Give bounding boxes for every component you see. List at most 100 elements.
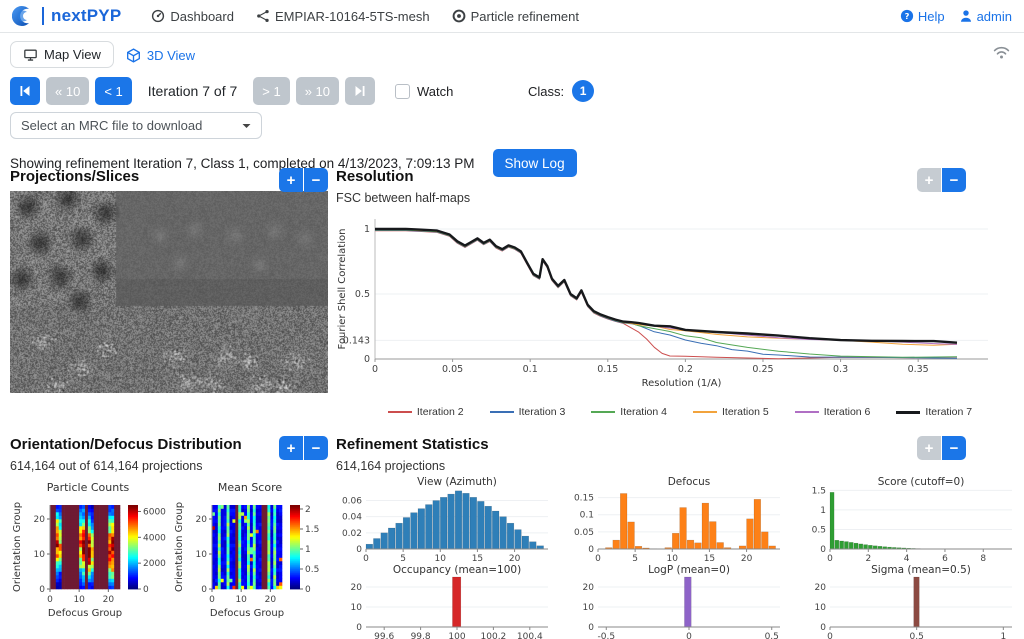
orientation-zoom-out-button[interactable]: − (304, 436, 328, 460)
svg-text:0: 0 (209, 595, 215, 605)
legend-label: Iteration 6 (824, 406, 871, 418)
svg-text:0.1: 0.1 (580, 511, 594, 521)
resolution-panel: Resolution + − FSC between half-maps 10.… (336, 168, 1024, 418)
projections-zoom-out-button[interactable]: − (304, 168, 328, 192)
svg-text:10: 10 (815, 603, 827, 613)
dashboard-gauge-icon (151, 9, 165, 23)
svg-text:20: 20 (815, 583, 827, 593)
monitor-icon (23, 48, 38, 62)
legend-swatch (693, 411, 717, 413)
tab-3d-view[interactable]: 3D View (114, 43, 207, 68)
resolution-zoom-out-button[interactable]: − (942, 168, 966, 192)
nav-block[interactable]: Particle refinement (452, 9, 579, 24)
legend-swatch (896, 411, 920, 414)
svg-text:100.2: 100.2 (481, 632, 507, 639)
svg-text:0: 0 (364, 354, 370, 365)
nextpyp-wave-icon (12, 5, 34, 27)
svg-text:5: 5 (632, 554, 638, 563)
svg-text:20: 20 (509, 554, 521, 563)
svg-text:20: 20 (351, 583, 363, 593)
svg-text:Defocus Group: Defocus Group (210, 608, 284, 619)
legend-item: Iteration 6 (795, 406, 871, 418)
occupancy-histogram: Occupancy (mean=100)0102099.699.8100100.… (336, 565, 560, 639)
sigma-histogram: Sigma (mean=0.5)0102000.51 (800, 565, 1024, 639)
orientation-panel: Orientation/Defocus Distribution + − 614… (10, 436, 328, 629)
cube-icon (126, 48, 141, 63)
help-icon: ? (900, 9, 914, 23)
svg-text:1: 1 (1000, 632, 1006, 639)
view-azimuth-histogram: View (Azimuth)00.020.040.0605101520 (336, 475, 560, 563)
svg-text:10: 10 (73, 595, 85, 605)
svg-text:0.15: 0.15 (597, 364, 618, 375)
svg-text:0.5: 0.5 (812, 525, 826, 535)
svg-text:20: 20 (741, 554, 753, 563)
nav-project[interactable]: EMPIAR-10164-5TS-mesh (256, 9, 430, 24)
svg-text:0.04: 0.04 (342, 513, 362, 523)
watch-checkbox[interactable] (395, 84, 410, 99)
help-link[interactable]: ? Help (900, 9, 945, 24)
nav-dashboard[interactable]: Dashboard (151, 9, 234, 24)
nav-block-label: Particle refinement (471, 9, 579, 24)
nextpyp-logo[interactable]: nextPYP (12, 5, 121, 27)
svg-text:Defocus Group: Defocus Group (48, 608, 122, 619)
svg-text:0.15: 0.15 (574, 494, 594, 504)
svg-text:4: 4 (904, 554, 910, 563)
user-menu[interactable]: admin (959, 9, 1012, 24)
svg-text:2000: 2000 (143, 559, 166, 569)
svg-text:0: 0 (39, 585, 45, 595)
legend-swatch (591, 411, 615, 413)
iteration-controls: « 10 < 1 Iteration 7 of 7 > 1 » 10 Watch… (0, 68, 1024, 109)
svg-text:10: 10 (196, 550, 208, 560)
orientation-zoom-in-button[interactable]: + (279, 436, 303, 460)
svg-text:Occupancy (mean=100): Occupancy (mean=100) (393, 565, 521, 576)
svg-text:0.5: 0.5 (355, 289, 370, 300)
score-histogram: Score (cutoff=0)00.511.502468 (800, 475, 1024, 563)
svg-text:1: 1 (305, 545, 311, 555)
user-icon (959, 9, 973, 23)
statistics-zoom-out-button[interactable]: − (942, 436, 966, 460)
svg-text:10: 10 (235, 595, 247, 605)
svg-text:8: 8 (980, 554, 986, 563)
streaming-status-wifi-icon[interactable] (993, 45, 1010, 60)
back-10-button[interactable]: « 10 (46, 77, 89, 105)
class-1-badge[interactable]: 1 (572, 80, 594, 102)
statistics-zoom-in-button[interactable]: + (917, 436, 941, 460)
resolution-subtitle: FSC between half-maps (336, 191, 1024, 205)
legend-item: Iteration 2 (388, 406, 464, 418)
statistics-title: Refinement Statistics (336, 436, 489, 453)
first-iteration-button[interactable] (10, 77, 40, 105)
watch-label: Watch (417, 84, 453, 99)
svg-text:0: 0 (595, 554, 601, 563)
svg-text:0.2: 0.2 (678, 364, 693, 375)
resolution-zoom-in-button[interactable]: + (917, 168, 941, 192)
svg-text:Sigma (mean=0.5): Sigma (mean=0.5) (871, 565, 971, 576)
svg-text:20: 20 (265, 595, 277, 605)
svg-text:Defocus: Defocus (668, 476, 711, 488)
chevron-down-icon (242, 123, 251, 129)
legend-item: Iteration 4 (591, 406, 667, 418)
projections-zoom-in-button[interactable]: + (279, 168, 303, 192)
svg-text:10: 10 (34, 550, 46, 560)
svg-text:5: 5 (400, 554, 406, 563)
svg-text:Score (cutoff=0): Score (cutoff=0) (878, 476, 965, 488)
tab-map-view[interactable]: Map View (10, 41, 114, 68)
svg-text:10: 10 (435, 554, 447, 563)
svg-text:0.02: 0.02 (342, 529, 362, 539)
last-iteration-button[interactable] (345, 77, 375, 105)
back-1-button[interactable]: < 1 (95, 77, 131, 105)
svg-text:0.05: 0.05 (574, 528, 594, 538)
svg-text:99.6: 99.6 (374, 632, 394, 639)
svg-text:0: 0 (827, 554, 833, 563)
particle-refinement-bullseye-icon (452, 9, 466, 23)
mrc-download-select[interactable]: Select an MRC file to download (10, 112, 262, 139)
user-label: admin (977, 9, 1012, 24)
svg-text:0: 0 (588, 623, 594, 633)
legend-label: Iteration 7 (925, 406, 972, 418)
svg-text:0: 0 (305, 585, 311, 595)
legend-swatch (795, 411, 819, 413)
svg-text:20: 20 (583, 583, 595, 593)
forward-10-button[interactable]: » 10 (296, 77, 339, 105)
iteration-label: Iteration 7 of 7 (148, 83, 238, 99)
forward-1-button[interactable]: > 1 (253, 77, 289, 105)
projections-montage-image[interactable] (10, 191, 328, 393)
